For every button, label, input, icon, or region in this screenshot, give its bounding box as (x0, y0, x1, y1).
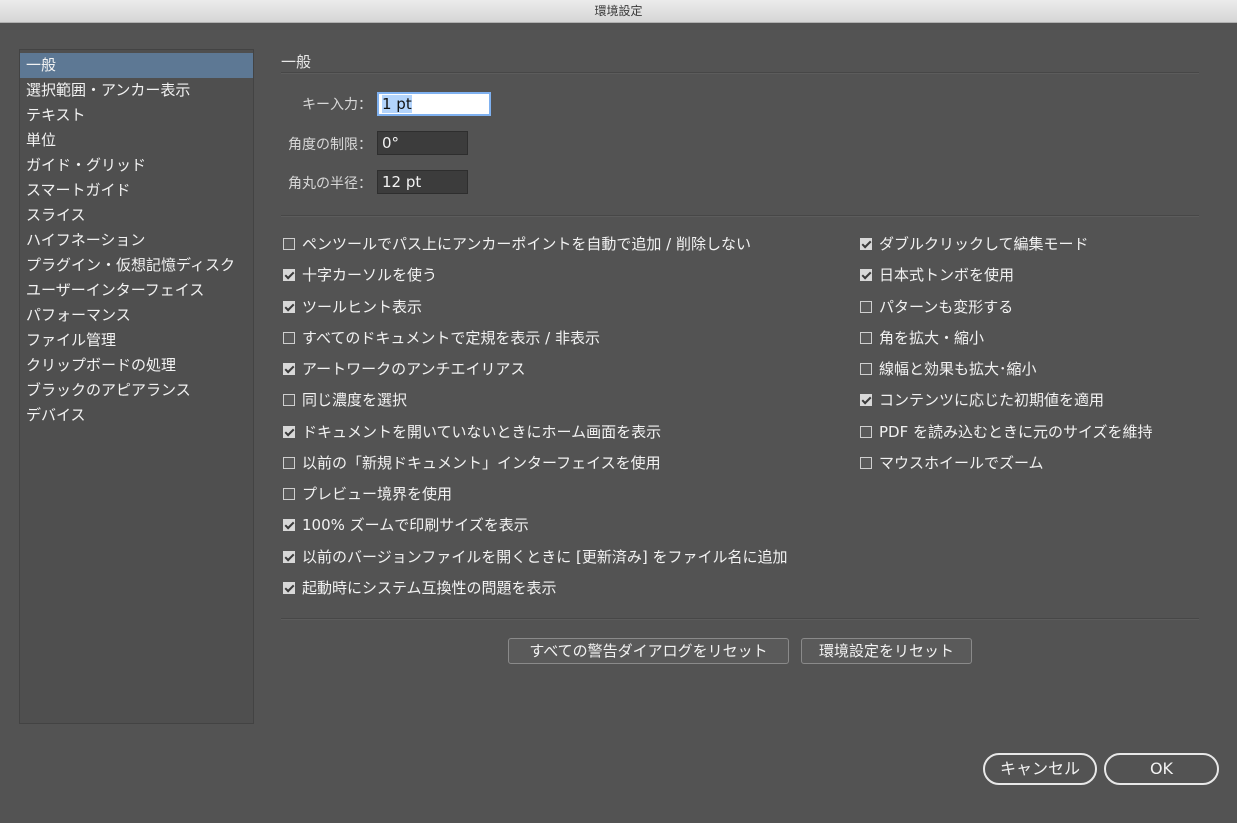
angle-limit-field[interactable]: 0° (377, 131, 468, 155)
sidebar-item[interactable]: テキスト (20, 103, 253, 128)
sidebar-item[interactable]: ユーザーインターフェイス (20, 278, 253, 303)
option-row[interactable]: コンテンツに応じた初期値を適用 (860, 390, 1104, 410)
checkbox-unchecked[interactable] (860, 363, 872, 375)
sidebar-item[interactable]: パフォーマンス (20, 303, 253, 328)
option-label: ダブルクリックして編集モード (879, 235, 1089, 253)
option-row[interactable]: PDF を読み込むときに元のサイズを維持 (860, 422, 1153, 442)
cancel-button[interactable]: キャンセル (983, 753, 1097, 785)
option-row[interactable]: プレビュー境界を使用 (283, 484, 452, 504)
ok-button[interactable]: OK (1104, 753, 1219, 785)
corner-radius-field[interactable]: 12 pt (377, 170, 468, 194)
option-row[interactable]: すべてのドキュメントで定規を表示 / 非表示 (283, 328, 600, 348)
sidebar-item[interactable]: ファイル管理 (20, 328, 253, 353)
option-row[interactable]: 以前のバージョンファイルを開くときに [更新済み] をファイル名に追加 (283, 547, 788, 567)
divider (281, 215, 1199, 216)
divider (281, 72, 1199, 73)
sidebar-item[interactable]: 単位 (20, 128, 253, 153)
option-label: 十字カーソルを使う (302, 266, 438, 284)
checkbox-checked[interactable] (860, 269, 872, 281)
option-row[interactable]: 起動時にシステム互換性の問題を表示 (283, 578, 557, 598)
checkbox-checked[interactable] (283, 269, 295, 281)
option-label: PDF を読み込むときに元のサイズを維持 (879, 423, 1153, 441)
angle-limit-label: 角度の制限： (288, 137, 372, 153)
key-input-label: キー入力： (302, 97, 372, 113)
option-row[interactable]: ペンツールでパス上にアンカーポイントを自動で追加 / 削除しない (283, 234, 751, 254)
sidebar-item[interactable]: ハイフネーション (20, 228, 253, 253)
option-label: 起動時にシステム互換性の問題を表示 (302, 579, 557, 597)
reset-preferences-button[interactable]: 環境設定をリセット (801, 638, 972, 664)
reset-warnings-button[interactable]: すべての警告ダイアログをリセット (508, 638, 789, 664)
checkbox-checked[interactable] (283, 426, 295, 438)
option-row[interactable]: 線幅と効果も拡大･縮小 (860, 359, 1037, 379)
checkbox-unchecked[interactable] (283, 332, 295, 344)
checkbox-unchecked[interactable] (860, 332, 872, 344)
option-label: 日本式トンボを使用 (879, 266, 1015, 284)
checkbox-checked[interactable] (860, 394, 872, 406)
option-label: アートワークのアンチエイリアス (302, 360, 526, 378)
option-label: ペンツールでパス上にアンカーポイントを自動で追加 / 削除しない (302, 235, 751, 253)
key-input-value: 1 pt (382, 95, 412, 113)
checkbox-checked[interactable] (283, 363, 295, 375)
corner-radius-label: 角丸の半径： (288, 176, 372, 192)
sidebar-item[interactable]: 一般 (20, 53, 253, 78)
option-row[interactable]: ツールヒント表示 (283, 297, 422, 317)
option-label: 同じ濃度を選択 (302, 391, 408, 409)
window-title: 環境設定 (0, 0, 1237, 23)
option-label: 角を拡大・縮小 (879, 329, 985, 347)
checkbox-checked[interactable] (283, 301, 295, 313)
option-label: 以前の「新規ドキュメント」インターフェイスを使用 (302, 454, 661, 472)
sidebar-item[interactable]: ブラックのアピアランス (20, 378, 253, 403)
checkbox-unchecked[interactable] (860, 457, 872, 469)
sidebar-item[interactable]: 選択範囲・アンカー表示 (20, 78, 253, 103)
option-label: パターンも変形する (879, 298, 1014, 316)
category-sidebar: 一般 選択範囲・アンカー表示 テキスト 単位 ガイド・グリッド スマートガイド スライス ハイ… (19, 49, 254, 724)
option-label: 100% ズームで印刷サイズを表示 (302, 516, 529, 534)
checkbox-unchecked[interactable] (283, 457, 295, 469)
divider (281, 618, 1199, 619)
checkbox-unchecked[interactable] (283, 394, 295, 406)
checkbox-unchecked[interactable] (860, 301, 872, 313)
checkbox-unchecked[interactable] (283, 238, 295, 250)
option-label: 以前のバージョンファイルを開くときに [更新済み] をファイル名に追加 (302, 548, 788, 566)
checkbox-checked[interactable] (283, 551, 295, 563)
checkbox-checked[interactable] (283, 519, 295, 531)
preferences-window: 環境設定 一般 選択範囲・アンカー表示 テキスト 単位 ガイド・グリッド スマートガイドス… (0, 0, 1237, 823)
option-label: マウスホイールでズーム (879, 454, 1044, 472)
option-label: コンテンツに応じた初期値を適用 (879, 391, 1105, 409)
option-row[interactable]: 100% ズームで印刷サイズを表示 (283, 515, 529, 535)
checkbox-checked[interactable] (860, 238, 872, 250)
option-label: 線幅と効果も拡大･縮小 (879, 360, 1037, 378)
option-row[interactable]: 角を拡大・縮小 (860, 328, 984, 348)
option-row[interactable]: 日本式トンボを使用 (860, 265, 1014, 285)
option-label: すべてのドキュメントで定規を表示 / 非表示 (302, 329, 600, 347)
option-row[interactable]: 十字カーソルを使う (283, 265, 437, 285)
section-title: 一般 (281, 53, 312, 71)
option-label: プレビュー境界を使用 (302, 485, 453, 503)
sidebar-item[interactable]: ガイド・グリッド (20, 153, 253, 178)
sidebar-item[interactable]: スライス (20, 203, 253, 228)
sidebar-item[interactable]: デバイス (20, 403, 253, 428)
key-input-field[interactable]: 1 pt (377, 92, 491, 116)
checkbox-checked[interactable] (283, 582, 295, 594)
option-row[interactable]: ドキュメントを開いていないときにホーム画面を表示 (283, 422, 661, 442)
option-row[interactable]: パターンも変形する (860, 297, 1013, 317)
option-row[interactable]: ダブルクリックして編集モード (860, 234, 1089, 254)
checkbox-unchecked[interactable] (283, 488, 295, 500)
sidebar-item[interactable]: スマートガイド (20, 178, 253, 203)
option-row[interactable]: 同じ濃度を選択 (283, 390, 407, 410)
option-row[interactable]: アートワークのアンチエイリアス (283, 359, 526, 379)
option-label: ツールヒント表示 (302, 298, 423, 316)
option-label: ドキュメントを開いていないときにホーム画面を表示 (302, 423, 662, 441)
sidebar-item[interactable]: クリップボードの処理 (20, 353, 253, 378)
option-row[interactable]: マウスホイールでズーム (860, 453, 1044, 473)
option-row[interactable]: 以前の「新規ドキュメント」インターフェイスを使用 (283, 453, 661, 473)
checkbox-unchecked[interactable] (860, 426, 872, 438)
sidebar-item[interactable]: プラグイン・仮想記憶ディスク (20, 253, 253, 278)
